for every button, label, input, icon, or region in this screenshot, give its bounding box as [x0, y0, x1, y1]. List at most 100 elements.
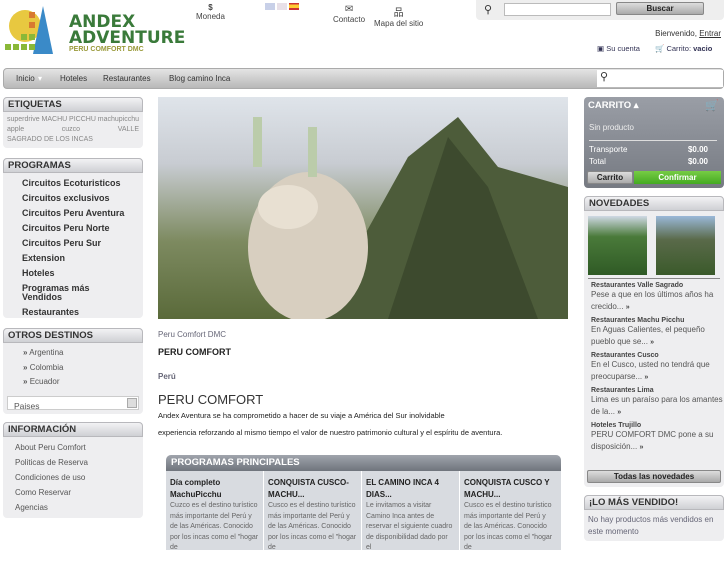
tag[interactable]: SAGRADO DE LOS INCAS: [7, 135, 139, 145]
news-item-title[interactable]: Restaurantes Machu Picchu: [584, 317, 724, 324]
program-title[interactable]: CONQUISTA CUSCO-MACHU...: [268, 477, 357, 501]
more-arrow-icon[interactable]: »: [626, 304, 630, 311]
news-item-title[interactable]: Restaurantes Cusco: [584, 352, 724, 359]
best-sellers-text: No hay productos más vendidos en este mo…: [588, 515, 714, 536]
program-card[interactable]: CONQUISTA CUSCO-MACHU... Cusco es el dest…: [264, 471, 362, 561]
dollar-icon: $: [208, 3, 213, 12]
welcome: Bienvenido, Entrar: [655, 29, 721, 38]
news-text: En el Cusco, usted no tendrá que preocup…: [591, 360, 710, 381]
info-link[interactable]: Como Reservar: [9, 485, 143, 500]
more-arrow-icon[interactable]: »: [617, 409, 621, 416]
more-arrow-icon[interactable]: »: [644, 374, 648, 381]
programs-title: PROGRAMAS: [3, 158, 143, 173]
tags-title: ETIQUETAS: [3, 97, 143, 112]
program-title[interactable]: Día completo MachuPicchu: [170, 477, 259, 501]
more-arrow-icon[interactable]: »: [650, 339, 654, 346]
best-sellers-box: ¡LO MÁS VENDIDO! No hay productos más ve…: [584, 495, 724, 541]
tag[interactable]: machupicchu: [98, 115, 139, 125]
destination-link[interactable]: » Colombia: [13, 361, 143, 376]
cart-link[interactable]: 🛒 Carrito: vacio: [655, 44, 712, 53]
hero-image: [158, 97, 568, 319]
shipping-value: $0.00: [687, 145, 708, 154]
search-input[interactable]: [504, 3, 611, 16]
program-link[interactable]: Circuitos Peru Aventura: [3, 206, 143, 221]
program-card[interactable]: Día completo MachuPicchu Cuzco es el dest…: [166, 471, 264, 561]
program-link[interactable]: Circuitos Peru Norte: [3, 221, 143, 236]
nav-restaurantes[interactable]: Restaurantes: [103, 74, 151, 83]
program-link[interactable]: Circuitos exclusivos: [3, 191, 143, 206]
other-destinations-box: OTROS DESTINOS » Argentina » Colombia » …: [3, 328, 143, 414]
all-news-button[interactable]: Todas las novedades: [587, 470, 721, 483]
tag[interactable]: apple: [7, 125, 24, 135]
news-item-title[interactable]: Restaurantes Valle Sagrado: [584, 282, 724, 289]
news-item-text: PERU COMFORT DMC pone a su disposición..…: [584, 429, 724, 454]
nav-inicio[interactable]: Inicio: [16, 74, 35, 83]
cart-box: CARRITO ▴ 🛒 Sin producto Transporte $0.0…: [584, 97, 724, 188]
destination-link[interactable]: » Argentina: [13, 346, 143, 361]
program-link[interactable]: Restaurantes: [3, 305, 143, 320]
tag[interactable]: cuzco: [62, 125, 80, 135]
double-chevron-icon: »: [23, 348, 28, 357]
flag-en-icon[interactable]: [265, 3, 275, 10]
program-text: Le invitamos a visitar Camino Inca antes…: [366, 502, 453, 551]
info-link[interactable]: Condiciones de uso: [9, 470, 143, 485]
confirm-button[interactable]: Confirmar: [634, 171, 721, 184]
program-link[interactable]: Extension: [3, 251, 143, 266]
program-link[interactable]: Programas más Vendidos: [3, 281, 143, 305]
logo[interactable]: ANDEX ADVENTURE PERU COMFORT DMC: [3, 6, 185, 56]
nav-blog[interactable]: Blog camino Inca: [169, 74, 230, 83]
tag[interactable]: VALLE: [118, 125, 139, 135]
nav-search-input[interactable]: ⚲: [597, 70, 723, 87]
program-title[interactable]: CONQUISTA CUSCO Y MACHU...: [464, 477, 554, 501]
search-icon: ⚲: [484, 4, 493, 16]
destination-link[interactable]: » Ecuador: [13, 375, 143, 390]
info-link[interactable]: Agencias: [9, 500, 143, 515]
more-arrow-icon[interactable]: »: [639, 444, 643, 451]
tag[interactable]: PICCHU: [69, 115, 96, 125]
account-link[interactable]: ▣ Su cuenta: [597, 44, 640, 53]
program-text: Cuzco es el destino turístico más import…: [170, 502, 259, 551]
tag[interactable]: MACHU: [42, 115, 68, 125]
nav-hoteles[interactable]: Hoteles: [60, 74, 87, 83]
caret-up-icon[interactable]: ▴: [634, 100, 639, 111]
news-text: Lima es un paraíso para los amantes de l…: [591, 395, 723, 416]
tag[interactable]: superdrive: [7, 115, 40, 125]
cart-state: vacio: [693, 44, 713, 53]
select-value: Paises: [14, 401, 40, 411]
contact-link[interactable]: ✉ Contacto: [333, 4, 365, 24]
countries-select[interactable]: Paises: [7, 396, 139, 411]
main-programs-title: PROGRAMAS PRINCIPALES: [166, 455, 561, 471]
news-thumbnail[interactable]: [588, 216, 647, 275]
news-item-title[interactable]: Restaurantes Lima: [584, 387, 724, 394]
news-thumbnail[interactable]: [656, 216, 715, 275]
currency-selector[interactable]: $ Moneda: [196, 3, 225, 21]
logo-text-2: ADVENTURE: [69, 28, 186, 48]
cart-icon: 🛒: [655, 44, 665, 53]
language-flags: [265, 3, 299, 10]
login-link[interactable]: Entrar: [699, 29, 721, 38]
news-text: Pese a que en los últimos años ha crecid…: [591, 290, 714, 311]
program-card[interactable]: EL CAMINO INCA 4 DIAS... Le invitamos a v…: [362, 471, 460, 561]
cart-button[interactable]: Carrito: [587, 171, 633, 184]
news-item-title[interactable]: Hoteles Trujillo: [584, 422, 724, 429]
total-value: $0.00: [687, 157, 708, 166]
double-chevron-icon: »: [23, 362, 28, 372]
flag-fr-icon[interactable]: [277, 3, 287, 10]
cart-label: Carrito:: [666, 44, 692, 53]
sitemap-link[interactable]: 品 Mapa del sitio: [374, 4, 423, 28]
program-link[interactable]: Circuitos Ecoturisticos: [3, 176, 143, 191]
sitemap-label: Mapa del sitio: [374, 19, 424, 28]
programs-box: PROGRAMAS Circuitos Ecoturisticos Circuit…: [3, 158, 143, 318]
logo-subtitle: PERU COMFORT DMC: [69, 46, 144, 53]
info-link[interactable]: Politicas de Reserva: [9, 455, 143, 470]
program-title[interactable]: EL CAMINO INCA 4 DIAS...: [366, 477, 455, 501]
program-link[interactable]: Hoteles: [3, 266, 143, 281]
search-button[interactable]: Buscar: [616, 2, 704, 15]
program-card[interactable]: CONQUISTA CUSCO Y MACHU... Cusco es el de…: [460, 471, 558, 561]
flag-es-icon[interactable]: [289, 3, 299, 10]
info-link[interactable]: About Peru Comfort: [9, 440, 143, 455]
program-link[interactable]: Circuitos Peru Sur: [3, 236, 143, 251]
account-icon: ▣: [597, 44, 605, 53]
welcome-text: Bienvenido,: [655, 29, 697, 38]
search-bar: ⚲ Buscar: [476, 0, 724, 20]
